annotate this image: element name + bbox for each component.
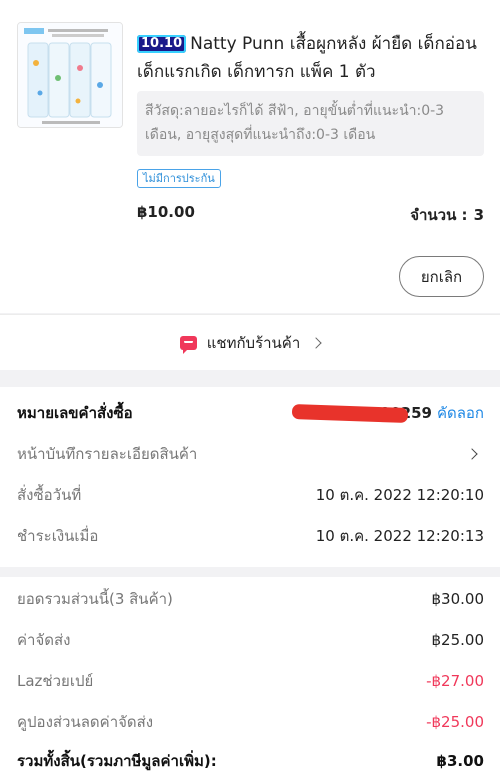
chevron-right-icon — [466, 448, 478, 460]
product-note-label: หน้าบันทึกรายละเอียดสินค้า — [17, 445, 198, 463]
chat-label: แชทกับร้านค้า — [206, 333, 301, 352]
cancel-button[interactable]: ยกเลิก — [399, 256, 484, 297]
grand-total-value: ฿3.00 — [436, 752, 484, 770]
subtotal-label: ยอดรวมส่วนนี้(3 สินค้า) — [17, 590, 173, 608]
shipping-coupon-row: คูปองส่วนลดค่าจัดส่ง -฿25.00 — [17, 710, 484, 734]
order-info: หมายเลขคำสั่งซื้อ 5000000000259 คัดลอก ห… — [0, 387, 500, 567]
payment-date-row: ชำระเงินเมื่อ 10 ต.ค. 2022 12:20:13 — [17, 524, 484, 548]
chat-with-seller[interactable]: แชทกับร้านค้า — [0, 314, 500, 370]
shipping-value: ฿25.00 — [431, 631, 485, 649]
product-card: 10.10 Natty Punn เสื้อผูกหลัง ผ้ายืด เด็ก… — [0, 0, 500, 313]
order-number-row: หมายเลขคำสั่งซื้อ 5000000000259 คัดลอก — [17, 401, 484, 425]
product-note-row[interactable]: หน้าบันทึกรายละเอียดสินค้า — [17, 442, 484, 466]
lazpay-label: Lazช่วยเปย์ — [17, 672, 94, 690]
quantity-value: 3 — [473, 206, 484, 224]
lazpay-row: Lazช่วยเปย์ -฿27.00 — [17, 669, 484, 693]
chat-bubble-icon — [179, 335, 197, 354]
subtotal-value: ฿30.00 — [431, 590, 485, 608]
product-quantity: จำนวน : 3 — [410, 203, 484, 227]
shipping-label: ค่าจัดส่ง — [17, 631, 71, 649]
order-date-value: 10 ต.ค. 2022 12:20:10 — [315, 486, 484, 504]
product-image — [18, 23, 122, 127]
shipping-coupon-label: คูปองส่วนลดค่าจัดส่ง — [17, 713, 154, 731]
shipping-coupon-value: -฿25.00 — [426, 713, 484, 731]
product-price: ฿10.00 — [137, 203, 195, 221]
grand-total-label: รวมทั้งสิ้น(รวมภาษีมูลค่าเพิ่ม): — [17, 752, 217, 770]
payment-date-value: 10 ต.ค. 2022 12:20:13 — [315, 527, 484, 545]
order-number-value: 5000000000259 — [292, 401, 432, 425]
product-variant: สีวัสดุ:ลายอะไรก็ได้ สีฟ้า, อายุขั้นต่ำท… — [137, 91, 484, 156]
order-date-label: สั่งซื้อวันที่ — [17, 486, 82, 504]
payment-date-label: ชำระเงินเมื่อ — [17, 527, 99, 545]
sale-badge: 10.10 — [137, 35, 187, 53]
quantity-label: จำนวน : — [410, 206, 468, 224]
shipping-row: ค่าจัดส่ง ฿25.00 — [17, 628, 484, 652]
warranty-badge: ไม่มีการประกัน — [137, 169, 221, 188]
grand-total-row: รวมทั้งสิ้น(รวมภาษีมูลค่าเพิ่ม): ฿3.00 — [17, 749, 484, 773]
order-totals: ยอดรวมส่วนนี้(3 สินค้า) ฿30.00 ค่าจัดส่ง… — [0, 577, 500, 784]
chevron-right-icon — [310, 336, 322, 349]
copy-button[interactable]: คัดลอก — [437, 401, 484, 425]
product-title-text: Natty Punn เสื้อผูกหลัง ผ้ายืด เด็กอ่อน … — [137, 34, 477, 82]
order-number-label: หมายเลขคำสั่งซื้อ — [17, 404, 133, 422]
lazpay-value: -฿27.00 — [426, 672, 484, 690]
subtotal-row: ยอดรวมส่วนนี้(3 สินค้า) ฿30.00 — [17, 587, 484, 611]
order-date-row: สั่งซื้อวันที่ 10 ต.ค. 2022 12:20:10 — [17, 483, 484, 507]
product-thumbnail[interactable] — [17, 22, 123, 128]
product-title[interactable]: 10.10 Natty Punn เสื้อผูกหลัง ผ้ายืด เด็ก… — [137, 30, 487, 86]
